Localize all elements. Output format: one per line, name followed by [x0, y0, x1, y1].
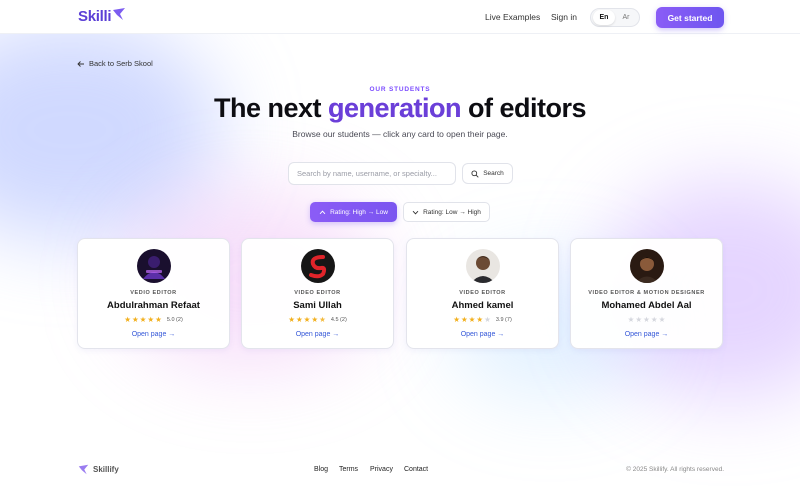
footer: Skillify Blog Terms Privacy Contact © 20…	[0, 455, 800, 485]
star-icon: ★	[139, 315, 147, 324]
footer-link-privacy[interactable]: Privacy	[370, 466, 393, 473]
search-input[interactable]	[288, 162, 456, 185]
open-page-link[interactable]: Open page →	[407, 331, 558, 338]
student-card[interactable]: VEDIO EDITOR Abdulrahman Refaat ★ ★ ★ ★ ★ 5.0…	[77, 238, 230, 349]
lang-en-button[interactable]: En	[593, 10, 615, 25]
star-icon: ★	[658, 315, 666, 324]
student-name: Ahmed kamel	[451, 300, 514, 311]
star-icon: ★	[155, 315, 162, 324]
sort-low-high-label: Rating: Low → High	[423, 208, 481, 216]
back-link-label: Back to Serb Skool	[89, 59, 153, 68]
footer-logo[interactable]: Skillify	[78, 464, 119, 475]
nav-sign-in[interactable]: Sign in	[551, 12, 577, 22]
open-page-link[interactable]: Open page →	[571, 331, 722, 338]
footer-logo-text: Skillify	[93, 465, 119, 474]
title-accent: generation	[327, 93, 462, 123]
star-icon: ★	[147, 315, 155, 324]
student-role: VIDEO EDITOR	[294, 290, 341, 296]
language-switcher: En Ar	[590, 8, 640, 27]
footer-link-terms[interactable]: Terms	[339, 466, 358, 473]
avatar	[300, 249, 335, 283]
search-button-label: Search	[483, 170, 504, 177]
footer-link-contact[interactable]: Contact	[404, 466, 428, 473]
star-icon: ★	[311, 315, 319, 324]
page-subtitle: Browse our students — click any card to …	[292, 129, 508, 139]
rating-text: 3.9 (7)	[495, 316, 512, 323]
star-rating: ★ ★ ★ ★ ★	[571, 316, 722, 324]
top-navbar: Skilli Live Examples Sign in En Ar Get s…	[0, 0, 800, 34]
chevron-down-icon	[412, 210, 419, 214]
open-page-link[interactable]: Open page →	[242, 331, 393, 338]
star-icon: ★	[460, 315, 468, 324]
star-rating: ★ ★ ★ ★ ★ 3.9 (7)	[407, 316, 558, 324]
student-name: Sami Ullah	[293, 300, 342, 311]
get-started-button[interactable]: Get started	[656, 7, 724, 28]
star-icon: ★	[468, 315, 476, 324]
search-icon	[471, 169, 479, 178]
search-button[interactable]: Search	[462, 163, 513, 184]
page-title: The next generation of editors	[0, 93, 800, 124]
avatar	[465, 249, 500, 283]
student-role: VIDEO EDITOR & MOTION DESIGNER	[588, 290, 705, 296]
title-before: The next	[213, 93, 328, 123]
back-link[interactable]: Back to Serb Skool	[77, 59, 153, 68]
student-card[interactable]: VIDEO EDITOR Ahmed kamel ★ ★ ★ ★ ★ 3.9 (7) Op…	[406, 238, 559, 349]
student-card[interactable]: VIDEO EDITOR & MOTION DESIGNER Mohamed A…	[570, 238, 723, 349]
student-role: VIDEO EDITOR	[459, 290, 506, 296]
footer-link-blog[interactable]: Blog	[314, 466, 328, 473]
logo-text: Skilli	[78, 8, 112, 25]
arrow-left-icon	[77, 60, 84, 67]
student-name: Mohamed Abdel Aal	[601, 300, 692, 311]
sort-high-low-label: Rating: High → Low	[330, 208, 388, 216]
star-icon: ★	[303, 315, 311, 324]
logo[interactable]: Skilli	[78, 7, 126, 25]
star-icon: ★	[635, 315, 643, 324]
sort-rating-high-low-button[interactable]: Rating: High → Low	[310, 202, 397, 222]
star-icon: ★	[453, 315, 460, 324]
rating-text: 4.5 (2)	[330, 316, 347, 323]
open-page-link[interactable]: Open page →	[78, 331, 229, 338]
star-icon: ★	[295, 315, 303, 324]
logo-mark-icon	[78, 464, 89, 475]
logo-mark-icon	[113, 7, 126, 20]
copyright: © 2025 Skillify. All rights reserved.	[626, 466, 724, 473]
section-eyebrow: OUR STUDENTS	[369, 86, 431, 93]
avatar	[629, 249, 664, 283]
avatar	[136, 249, 171, 283]
star-rating: ★ ★ ★ ★ ★ 4.5 (2)	[242, 316, 393, 324]
student-cards-grid: VEDIO EDITOR Abdulrahman Refaat ★ ★ ★ ★ ★ 5.0…	[77, 238, 724, 350]
star-icon: ★	[627, 315, 635, 324]
star-icon: ★	[476, 315, 484, 324]
chevron-up-icon	[319, 210, 326, 214]
student-role: VEDIO EDITOR	[130, 290, 177, 296]
star-icon: ★	[643, 315, 650, 324]
student-name: Abdulrahman Refaat	[107, 300, 200, 311]
student-card[interactable]: VIDEO EDITOR Sami Ullah ★ ★ ★ ★ ★ 4.5 (2) Ope…	[241, 238, 394, 349]
star-rating: ★ ★ ★ ★ ★ 5.0 (2)	[78, 316, 229, 324]
sort-rating-low-high-button[interactable]: Rating: Low → High	[403, 202, 490, 222]
rating-text: 5.0 (2)	[166, 316, 183, 323]
star-icon: ★	[288, 315, 295, 324]
star-icon: ★	[124, 315, 131, 324]
nav-live-examples[interactable]: Live Examples	[485, 12, 540, 22]
star-icon: ★	[484, 315, 491, 324]
star-icon: ★	[319, 315, 326, 324]
star-icon: ★	[650, 315, 658, 324]
lang-ar-button[interactable]: Ar	[615, 10, 637, 25]
star-icon: ★	[131, 315, 139, 324]
title-after: of editors	[461, 93, 587, 123]
